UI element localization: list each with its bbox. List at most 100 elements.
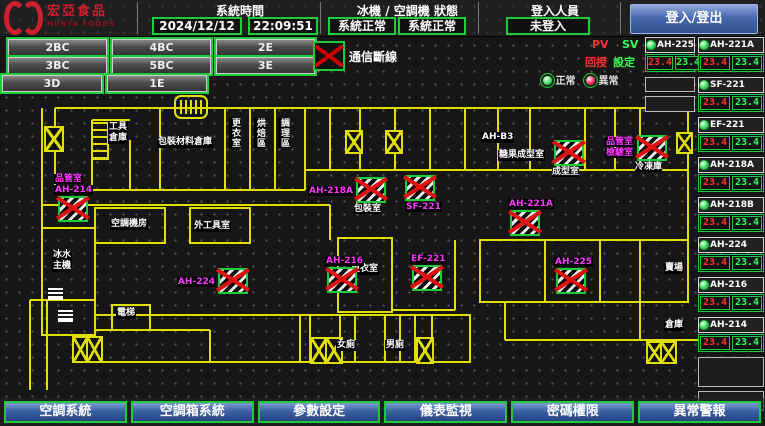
unit-status-led bbox=[700, 81, 708, 89]
unit-column-right: AH-221A 23.4 23.4 SF-221 23.4 23.4 bbox=[698, 37, 764, 415]
unit-pv-value: 23.4 bbox=[700, 56, 730, 70]
nav-button[interactable]: 異常警報 bbox=[638, 401, 761, 423]
room-label: 工具 倉庫 bbox=[108, 122, 128, 144]
unit-status-led bbox=[700, 121, 708, 129]
divider bbox=[320, 2, 321, 34]
unit-name-row[interactable]: AH-214 bbox=[698, 317, 764, 333]
nav-button[interactable]: 密碼權限 bbox=[511, 401, 634, 423]
equipment-icon bbox=[48, 288, 63, 300]
unit-values: 23.4 23.4 bbox=[698, 174, 764, 192]
comm-fault-marker[interactable]: SF-221 bbox=[405, 175, 435, 201]
login-user-value: 未登入 bbox=[506, 17, 590, 35]
unit-block[interactable]: AH-224 23.4 23.4 bbox=[698, 237, 764, 272]
zone-button[interactable]: 2BC bbox=[8, 39, 107, 56]
divider bbox=[620, 2, 621, 34]
unit-pv-value: 23.4 bbox=[700, 96, 730, 110]
marker-unit-label: AH-214 bbox=[54, 185, 93, 195]
unit-name: AH-216 bbox=[710, 280, 747, 290]
unit-block[interactable]: AH-218A 23.4 23.4 bbox=[698, 157, 764, 192]
nav-button[interactable]: 參數設定 bbox=[258, 401, 381, 423]
equipment-icon bbox=[58, 310, 73, 322]
comm-fault-marker[interactable]: AH-218A 包裝室 bbox=[356, 177, 386, 203]
unit-name: AH-218A bbox=[710, 160, 754, 170]
unit-values: 23.4 23.4 bbox=[698, 294, 764, 312]
room-label: 倉庫 bbox=[664, 320, 684, 331]
unit-name-row[interactable]: SF-221 bbox=[698, 77, 764, 93]
unit-sv-value: 23.4 bbox=[732, 56, 762, 70]
comm-fault-marker[interactable]: 成型室 bbox=[554, 140, 584, 166]
unit-status-led bbox=[700, 241, 708, 249]
nav-button[interactable]: 空調箱系統 bbox=[131, 401, 254, 423]
unit-name-row[interactable]: EF-221 bbox=[698, 117, 764, 133]
unit-pv-value: 23.4 bbox=[700, 296, 730, 310]
zone-button[interactable]: 3E bbox=[216, 57, 315, 74]
unit-values: 23.4 23.4 bbox=[698, 54, 764, 72]
bottom-nav: 空調系統空調箱系統參數設定儀表監視密碼權限異常警報 bbox=[0, 398, 765, 426]
comm-error-x-icon bbox=[313, 41, 345, 71]
unit-pv-value: 23.4 bbox=[700, 176, 730, 190]
room-label: 賣場 bbox=[664, 263, 684, 274]
unit-block[interactable]: SF-221 23.4 23.4 bbox=[698, 77, 764, 112]
unit-block[interactable]: EF-221 23.4 23.4 bbox=[698, 117, 764, 152]
zone-button[interactable]: 2E bbox=[216, 39, 315, 56]
stairwell-x-icon bbox=[676, 132, 693, 154]
marker-unit-label: 檢驗室 bbox=[605, 148, 634, 158]
room-label: 男廁 bbox=[385, 340, 405, 351]
comm-fault-marker[interactable]: AH-225 bbox=[556, 268, 586, 294]
zone-button[interactable]: 1E bbox=[107, 75, 207, 92]
room-label: 包裝材料倉庫 bbox=[157, 137, 213, 148]
unit-block[interactable]: AH-214 23.4 23.4 bbox=[698, 317, 764, 352]
unit-status-led bbox=[700, 321, 708, 329]
header-bar: 宏亞食品 HUNYA FOODS 系統時間 2024/12/12 22:09:5… bbox=[0, 0, 765, 37]
brand-name-en: HUNYA FOODS bbox=[47, 18, 115, 30]
pv-name-label: 回授 bbox=[585, 54, 607, 70]
room-label: 烘焙區 bbox=[254, 118, 266, 148]
normal-label: 正常 bbox=[555, 76, 575, 87]
comm-fault-marker[interactable]: AH-224 bbox=[218, 268, 248, 294]
comm-fault-marker[interactable]: EF-221 bbox=[412, 265, 442, 291]
unit-name-row[interactable]: AH-218A bbox=[698, 157, 764, 173]
room-label: 空調機房 bbox=[110, 219, 148, 230]
unit-block[interactable]: AH-216 23.4 23.4 bbox=[698, 277, 764, 312]
marker-unit-label: EF-221 bbox=[410, 254, 447, 264]
login-logout-button[interactable]: 登入/登出 bbox=[630, 4, 758, 34]
zone-button[interactable]: 3BC bbox=[8, 57, 107, 74]
empty-slot bbox=[698, 357, 764, 387]
ladder-icon bbox=[92, 123, 108, 159]
unit-values: 23.4 23.4 bbox=[698, 94, 764, 112]
comm-fault-marker[interactable]: 品管室 檢驗室 冷凍庫 bbox=[637, 135, 667, 161]
unit-name-row[interactable]: AH-224 bbox=[698, 237, 764, 253]
room-label: 電梯 bbox=[116, 308, 136, 319]
unit-block[interactable]: AH-218B 23.4 23.4 bbox=[698, 197, 764, 232]
damper-x-icon bbox=[637, 135, 667, 161]
zone-button[interactable]: 4BC bbox=[112, 39, 211, 56]
unit-values: 23.4 23.4 bbox=[698, 214, 764, 232]
unit-name: AH-221A bbox=[710, 40, 754, 50]
nav-button[interactable]: 空調系統 bbox=[4, 401, 127, 423]
unit-block[interactable]: AH-225 23.4 23.4 bbox=[645, 37, 695, 72]
unit-block[interactable]: AH-221A 23.4 23.4 bbox=[698, 37, 764, 72]
zone-button[interactable]: 5BC bbox=[112, 57, 211, 74]
comm-fault-marker[interactable]: AH-221A bbox=[510, 210, 540, 236]
logo-crescent-icon bbox=[21, 1, 43, 35]
damper-x-icon bbox=[412, 265, 442, 291]
comm-fault-marker[interactable]: 品管室 AH-214 bbox=[58, 196, 88, 222]
unit-name-row[interactable]: AH-216 bbox=[698, 277, 764, 293]
unit-name-row[interactable]: AH-225 bbox=[645, 37, 695, 53]
nav-button[interactable]: 儀表監視 bbox=[384, 401, 507, 423]
marker-room-label: 品管室 bbox=[54, 174, 83, 184]
unit-name: EF-221 bbox=[710, 120, 745, 130]
unit-values: 23.4 23.4 bbox=[698, 334, 764, 352]
unit-name: AH-225 bbox=[657, 40, 694, 50]
unit-list-right: AH-221A 23.4 23.4 SF-221 23.4 23.4 bbox=[698, 37, 764, 357]
unit-status-led bbox=[700, 281, 708, 289]
unit-name-row[interactable]: AH-218B bbox=[698, 197, 764, 213]
room-label: 更衣室 bbox=[229, 118, 241, 148]
marker-sub-label: 包裝室 bbox=[354, 204, 381, 214]
comm-fault-marker[interactable]: AH-216 bbox=[327, 267, 357, 293]
sv-label: SV bbox=[622, 38, 638, 51]
unit-name-row[interactable]: AH-221A bbox=[698, 37, 764, 53]
zone-button[interactable]: 3D bbox=[2, 75, 102, 92]
marker-unit-label: AH-221A bbox=[508, 199, 554, 209]
damper-x-icon bbox=[510, 210, 540, 236]
